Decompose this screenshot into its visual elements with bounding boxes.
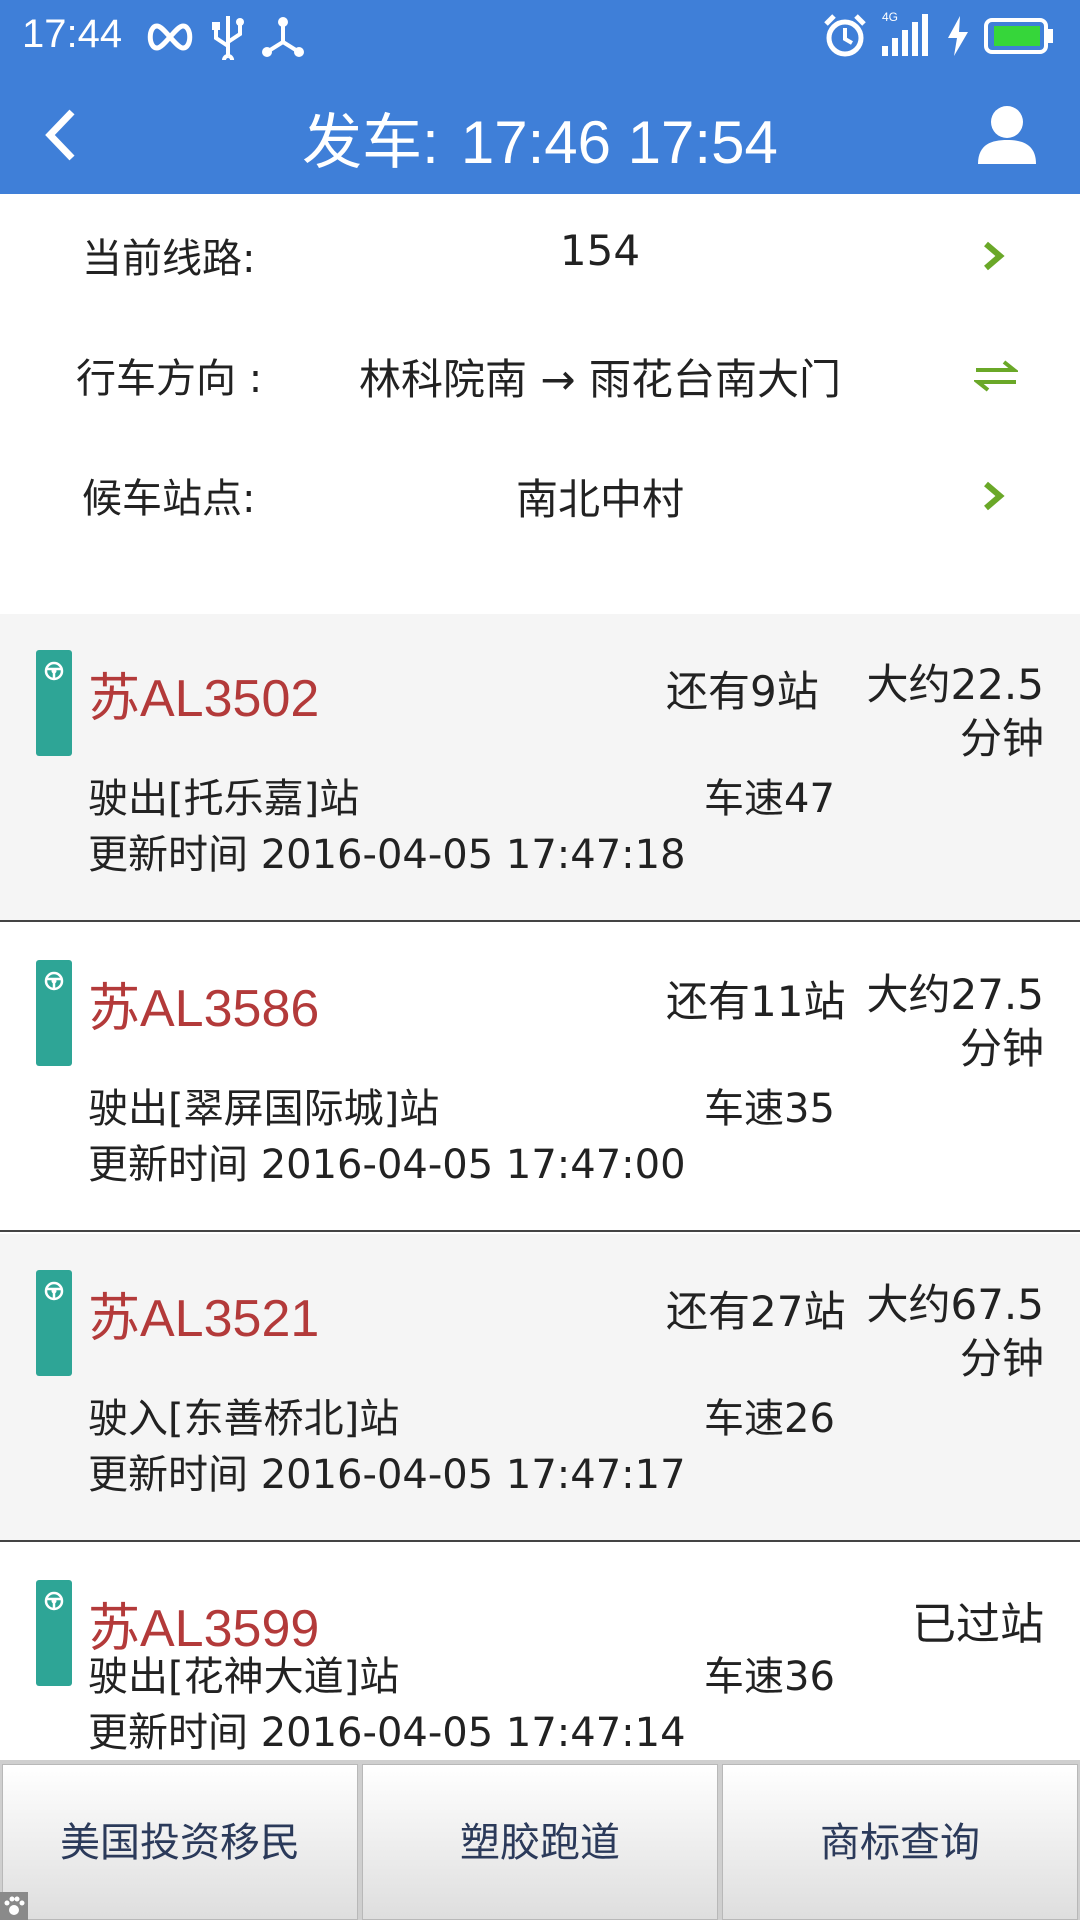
title-times: 17:46 17:54 (460, 109, 778, 176)
app-header: 17:44 4G 发车: 17:46 17:54 (0, 0, 1080, 194)
direction-row[interactable]: 行车方向 : 林科院南 → 雨花台南大门 (0, 316, 1080, 436)
steering-wheel-icon (44, 1281, 64, 1301)
route-line-row[interactable]: 当前线路: 154 (0, 196, 1080, 316)
passed-status: 已过站 (912, 1599, 1044, 1650)
bus-plate: 苏AL3586 (88, 980, 320, 1038)
bus-badge (36, 960, 72, 1066)
title-prefix: 发车: (302, 109, 439, 176)
alarm-icon (824, 14, 866, 62)
bus-badge (36, 1270, 72, 1376)
title-bar: 发车: 17:46 17:54 (0, 76, 1080, 194)
stop-label: 候车站点: (82, 476, 256, 522)
swap-arrows-icon (972, 360, 1020, 392)
line-select-button[interactable] (972, 236, 1012, 276)
ad-button[interactable]: 商标查询 (722, 1764, 1078, 1920)
share-icon (262, 16, 304, 62)
stop-select-button[interactable] (972, 476, 1012, 516)
stops-left: 还有11站 (666, 977, 846, 1026)
bus-speed: 车速47 (704, 776, 835, 822)
eta: 大约27.5分钟 (866, 970, 1044, 1073)
bus-position: 驶入[东善桥北]站 (88, 1396, 400, 1442)
bus-badge (36, 650, 72, 756)
bus-position: 驶出[翠屏国际城]站 (88, 1086, 440, 1132)
steering-wheel-icon (44, 661, 64, 681)
bus-card[interactable]: 苏AL3502 还有9站 大约22.5分钟 驶出[托乐嘉]站 车速47 更新时间… (0, 614, 1080, 922)
update-time: 更新时间 2016-04-05 17:47:17 (88, 1452, 686, 1498)
line-value: 154 (559, 226, 641, 275)
bus-position: 驶出[花神大道]站 (88, 1654, 400, 1700)
network-type-label: 4G (882, 10, 899, 24)
status-bar: 17:44 4G (0, 0, 1080, 76)
status-time: 17:44 (22, 12, 123, 56)
stops-left: 还有9站 (666, 667, 819, 716)
steering-wheel-icon (44, 1591, 64, 1611)
ad-button[interactable]: 塑胶跑道 (362, 1764, 718, 1920)
bus-speed: 车速26 (704, 1396, 835, 1442)
bus-plate: 苏AL3521 (88, 1290, 320, 1348)
bus-list[interactable]: 苏AL3502 还有9站 大约22.5分钟 驶出[托乐嘉]站 车速47 更新时间… (0, 614, 1080, 1760)
steering-wheel-icon (44, 971, 64, 991)
direction-value: 林科院南 → 雨花台南大门 (359, 355, 841, 404)
bus-position: 驶出[托乐嘉]站 (88, 776, 360, 822)
infinity-icon (144, 22, 196, 56)
bus-badge (36, 1580, 72, 1686)
stops-left: 还有27站 (666, 1287, 846, 1336)
page-title: 发车: 17:46 17:54 (0, 94, 1080, 181)
line-label: 当前线路: (82, 236, 256, 282)
eta: 大约67.5分钟 (866, 1280, 1044, 1383)
bus-card[interactable]: 苏AL3586 还有11站 大约27.5分钟 驶出[翠屏国际城]站 车速35 更… (0, 924, 1080, 1232)
ad-button[interactable]: 美国投资移民 (2, 1764, 358, 1920)
charging-icon (946, 16, 970, 60)
user-button[interactable] (974, 102, 1040, 168)
user-icon (978, 106, 1036, 164)
bus-speed: 车速36 (704, 1654, 835, 1700)
paw-icon (0, 1892, 28, 1920)
bus-plate: 苏AL3502 (88, 670, 320, 728)
eta: 大约22.5分钟 (866, 660, 1044, 763)
chevron-right-icon (984, 481, 1005, 511)
ad-bar: 美国投资移民 塑胶跑道 商标查询 (0, 1760, 1080, 1920)
swap-direction-button[interactable] (972, 356, 1020, 396)
direction-label: 行车方向 : (76, 356, 263, 402)
bus-speed: 车速35 (704, 1086, 835, 1132)
bus-card[interactable]: 苏AL3521 还有27站 大约67.5分钟 驶入[东善桥北]站 车速26 更新… (0, 1234, 1080, 1542)
chevron-right-icon (984, 241, 1005, 271)
usb-icon (210, 14, 246, 66)
update-time: 更新时间 2016-04-05 17:47:18 (88, 832, 686, 878)
update-time: 更新时间 2016-04-05 17:47:00 (88, 1142, 686, 1188)
stop-row[interactable]: 候车站点: 南北中村 (0, 436, 1080, 556)
bus-card[interactable]: 苏AL3599 已过站 驶出[花神大道]站 车速36 更新时间 2016-04-… (0, 1544, 1080, 1760)
stop-value: 南北中村 (515, 475, 684, 524)
update-time: 更新时间 2016-04-05 17:47:14 (88, 1710, 686, 1756)
battery-icon (984, 18, 1054, 58)
